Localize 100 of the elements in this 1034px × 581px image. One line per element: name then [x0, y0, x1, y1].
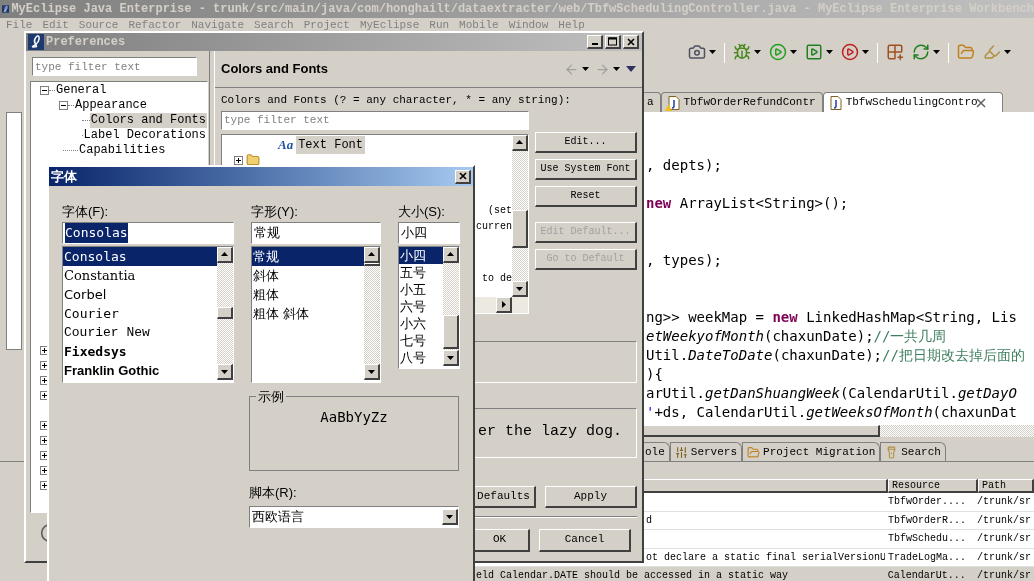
- code-line: Util.DateToDate(chaxunDate);//把日期改去掉后面的: [646, 346, 1025, 365]
- font-input[interactable]: Consolas: [62, 222, 234, 244]
- tree-item[interactable]: General: [55, 83, 108, 98]
- expand-icon[interactable]: [234, 155, 243, 165]
- action-button[interactable]: Edit...: [535, 131, 637, 153]
- tree-item[interactable]: Colors and Fonts: [89, 113, 207, 128]
- filter-field[interactable]: type filter text: [221, 110, 529, 130]
- list-option[interactable]: 小五: [399, 281, 443, 298]
- tree-item[interactable]: to de: [482, 271, 512, 286]
- view-menu-icon[interactable]: [626, 66, 636, 72]
- list-option[interactable]: 粗体 斜体: [252, 304, 364, 323]
- dropdown-caret-icon[interactable]: [754, 50, 761, 54]
- camera-icon[interactable]: [688, 43, 706, 61]
- dropdown-caret-icon[interactable]: [862, 50, 869, 54]
- scroll-thumb[interactable]: [443, 315, 459, 349]
- scrollbar[interactable]: [512, 134, 528, 297]
- list-option[interactable]: Corbel: [63, 285, 217, 304]
- column-header[interactable]: Path: [978, 479, 1034, 493]
- dropdown-caret-icon[interactable]: [582, 67, 589, 71]
- scrollbar[interactable]: [443, 247, 459, 366]
- list-option[interactable]: 小六: [399, 315, 443, 332]
- collapse-icon[interactable]: [59, 101, 68, 110]
- list-option[interactable]: Courier: [63, 304, 217, 323]
- dropdown-button[interactable]: [442, 508, 458, 525]
- list-option[interactable]: Constantia: [63, 266, 217, 285]
- folder-icon: [747, 445, 761, 459]
- dropdown-caret-icon[interactable]: [933, 50, 940, 54]
- list-option[interactable]: Franklin Gothic: [63, 361, 217, 380]
- column-header[interactable]: Resource: [888, 479, 978, 493]
- filter-field[interactable]: type filter text: [32, 57, 197, 76]
- tree-item[interactable]: Label Decorations: [82, 128, 207, 143]
- list-option[interactable]: 六号: [399, 298, 443, 315]
- dialog-title: Preferences: [46, 34, 127, 51]
- scroll-down-button[interactable]: [443, 350, 459, 366]
- table-cell: /trunk/sr: [977, 551, 1031, 563]
- action-button[interactable]: Use System Font: [535, 158, 637, 180]
- table-cell: TbfwOrder....: [888, 496, 967, 508]
- tree-item[interactable]: Capabilities: [78, 143, 167, 158]
- scroll-up-button[interactable]: [443, 247, 459, 263]
- scroll-up-button[interactable]: [512, 134, 528, 151]
- dropdown-caret-icon[interactable]: [709, 50, 716, 54]
- close-button[interactable]: [455, 169, 471, 184]
- scrollbar[interactable]: [364, 247, 380, 380]
- scroll-thumb[interactable]: [217, 307, 233, 319]
- folder-icon: [246, 153, 260, 167]
- list-option[interactable]: 小四: [399, 247, 443, 264]
- page-button[interactable]: Defaults: [472, 485, 536, 508]
- scroll-right-button[interactable]: [496, 296, 512, 313]
- font-input[interactable]: 常规: [251, 222, 381, 244]
- collapse-icon[interactable]: [40, 86, 49, 95]
- page-heading: Colors and Fonts: [221, 60, 328, 79]
- dropdown-caret-icon[interactable]: [790, 50, 797, 54]
- font-input[interactable]: 小四: [398, 222, 460, 244]
- field-label: 字形(Y):: [251, 203, 299, 220]
- tree-item[interactable]: curren: [476, 219, 512, 234]
- tree-item[interactable]: Text Font: [296, 136, 365, 154]
- list-option[interactable]: 五号: [399, 264, 443, 281]
- scroll-thumb[interactable]: [364, 263, 380, 266]
- list-option[interactable]: 常规: [252, 247, 364, 266]
- list-option[interactable]: Fixedsys: [63, 342, 217, 361]
- list-option[interactable]: 七号: [399, 332, 443, 349]
- editor-tab[interactable]: TbfwSchedulingContro: [822, 92, 1003, 112]
- editor-tab[interactable]: TbfwOrderRefundContr: [660, 92, 823, 112]
- dialog-button[interactable]: Cancel: [539, 528, 631, 552]
- list-option[interactable]: Courier New: [63, 323, 217, 342]
- scroll-down-button[interactable]: [364, 364, 380, 380]
- scroll-up-button[interactable]: [364, 247, 380, 263]
- sample-text: AaBbYyZz: [320, 407, 388, 427]
- minimize-button[interactable]: [587, 35, 603, 49]
- group-label: 示例: [257, 388, 285, 406]
- close-icon: [458, 172, 467, 180]
- close-button[interactable]: [623, 35, 639, 49]
- panel-tab[interactable]: Search: [880, 442, 946, 461]
- scroll-up-button[interactable]: [217, 247, 233, 263]
- list-option[interactable]: 粗体: [252, 285, 364, 304]
- script-select[interactable]: 西欧语言: [249, 505, 459, 528]
- scrollbar[interactable]: [217, 247, 233, 380]
- dropdown-caret-icon[interactable]: [1004, 50, 1011, 54]
- list-option[interactable]: Consolas: [63, 247, 217, 266]
- down-arrow-icon: [367, 367, 376, 376]
- tree-item[interactable]: Appearance: [74, 98, 148, 113]
- grid-plus-icon[interactable]: [886, 43, 904, 61]
- close-icon[interactable]: [975, 97, 986, 108]
- scroll-down-button[interactable]: [217, 364, 233, 380]
- list-option[interactable]: 八号: [399, 349, 443, 366]
- panel-tab[interactable]: Servers: [669, 442, 743, 461]
- page-button[interactable]: Apply: [545, 485, 637, 508]
- list-option[interactable]: 斜体: [252, 266, 364, 285]
- panel-tab[interactable]: Project Migration: [742, 442, 881, 461]
- scroll-thumb[interactable]: [512, 209, 528, 248]
- dropdown-caret-icon[interactable]: [613, 67, 620, 71]
- code-line: ng>> weekMap = new LinkedHashMap<String, Lis: [646, 308, 1017, 327]
- scroll-down-button[interactable]: [512, 280, 528, 297]
- up-arrow-icon: [515, 137, 524, 147]
- dropdown-caret-icon[interactable]: [826, 50, 833, 54]
- action-button[interactable]: Reset: [535, 185, 637, 207]
- input-value: Consolas: [65, 223, 128, 243]
- maximize-button[interactable]: [605, 35, 621, 49]
- tree-item[interactable]: (set: [488, 203, 512, 218]
- preview-text: er the lazy dog.: [477, 422, 622, 443]
